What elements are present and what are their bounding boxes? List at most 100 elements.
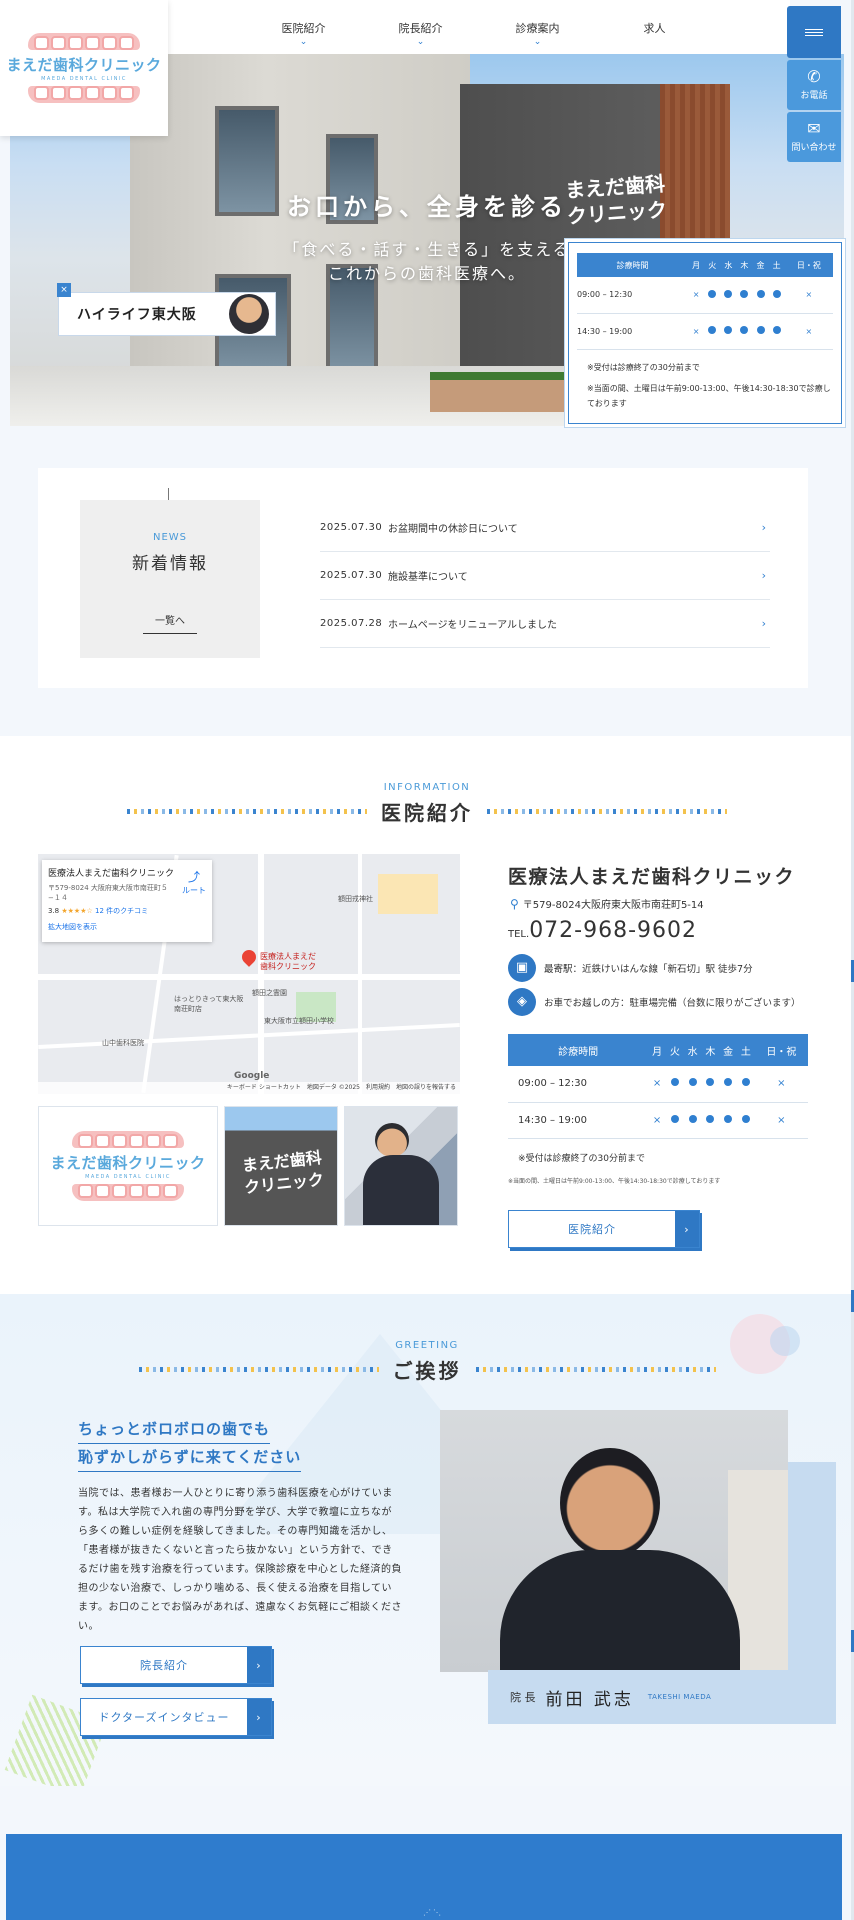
global-nav: 医院紹介 ⌄ 院長紹介 ⌄ 診療案内 ⌄ 求人	[168, 0, 790, 54]
nav-item-director[interactable]: 院長紹介 ⌄	[362, 0, 479, 54]
location-icon: ⚲	[510, 897, 519, 911]
news-section: NEWS 新着情報 一覧へ 2025.07.30 お盆期間中の休診日について › 2…	[38, 468, 808, 688]
hours-table: 診療時間月火水木金土日・祝 09:00 – 12:30 × × 14:30 – 1…	[577, 253, 833, 350]
chat-icon: ✉	[807, 119, 821, 138]
map-footer[interactable]: キーボード ショートカット 地図データ ©2025 利用規約 地図の誤りを報告す…	[38, 1082, 460, 1094]
side-buttons: ✆ お電話 ✉ 問い合わせ	[787, 6, 841, 164]
director-photo	[440, 1410, 788, 1672]
table-row: 14:30 – 19:00 × ×	[508, 1102, 808, 1139]
closed-mark: ×	[688, 313, 705, 350]
decorative-mark: ⋰⋱	[423, 1908, 443, 1917]
nav-item-recruit[interactable]: 求人	[596, 0, 713, 54]
open-dot-icon	[724, 289, 733, 298]
logo-sub: MAEDA DENTAL CLINIC	[41, 76, 127, 82]
open-dot-icon	[688, 1114, 697, 1123]
google-map[interactable]: 額田戎神社 東大阪市立額田小学校 山中歯科医院 額田之霊園 はっとりきって東大阪…	[38, 854, 460, 1094]
open-dot	[720, 313, 737, 350]
map-pin-label: 医療法人まえだ 歯科クリニック	[260, 952, 316, 971]
list-item[interactable]: 2025.07.30 お盆期間中の休診日について ›	[320, 504, 770, 552]
open-dot	[736, 1066, 755, 1103]
clinic-tel[interactable]: TEL.072-968-9602	[508, 918, 697, 943]
open-dot-icon	[706, 1078, 715, 1087]
reviews-link[interactable]: 12 件のクチコミ	[95, 907, 148, 915]
open-dot-icon	[740, 326, 749, 334]
blue-section: ⋰⋱	[6, 1834, 842, 1920]
contact-button[interactable]: ✉ 問い合わせ	[787, 112, 841, 162]
open-dot	[752, 277, 769, 314]
open-dot-icon	[724, 326, 733, 334]
open-dot-icon	[724, 1114, 733, 1123]
nav-item-treatment[interactable]: 診療案内 ⌄	[479, 0, 596, 54]
gallery-treatment-image[interactable]	[344, 1106, 458, 1226]
open-dot-icon	[772, 326, 781, 334]
doctors-interview-button[interactable]: ドクターズインタビュー ›	[80, 1698, 272, 1736]
open-dot-icon	[741, 1078, 750, 1087]
open-dot	[701, 1066, 720, 1103]
hamburger-icon	[805, 27, 823, 38]
closed-mark: ×	[648, 1102, 666, 1139]
director-name-plate: 院 長 前田 武志 TAKESHI MAEDA	[488, 1670, 836, 1724]
open-dot	[719, 1066, 737, 1103]
hours-note-1: ※受付は診療終了の30分前まで	[587, 362, 700, 372]
greeting-headline-1: ちょっとボロボロの歯でも	[78, 1418, 271, 1444]
highlife-banner[interactable]: × ハイライフ東大阪	[57, 283, 276, 336]
tel-button[interactable]: ✆ お電話	[787, 60, 841, 110]
map-info-card: 医療法人まえだ歯科クリニック 〒579-8024 大阪府東大阪市南荘町５−１４ …	[42, 860, 212, 942]
greeting-body: 当院では、患者様お一人ひとりに寄り添う歯科医療を心がけています。私は大学院で入れ…	[78, 1488, 402, 1632]
open-dot	[736, 277, 753, 314]
chevron-right-icon: ›	[761, 617, 766, 630]
table-row: 14:30 – 19:00 × ×	[577, 313, 833, 350]
greeting-heading: GREETING ご挨拶	[0, 1340, 854, 1384]
chevron-right-icon: ›	[675, 1211, 699, 1247]
directions-icon: ⤴	[187, 870, 200, 884]
open-dot	[736, 1102, 755, 1139]
open-dot-icon	[756, 289, 765, 298]
chevron-right-icon: ›	[247, 1699, 271, 1735]
list-item[interactable]: 2025.07.30 施設基準について ›	[320, 552, 770, 600]
route-button[interactable]: ⤴ ルート	[182, 868, 206, 896]
menu-button[interactable]	[787, 6, 841, 58]
news-list: 2025.07.30 お盆期間中の休診日について › 2025.07.30 施設基準に…	[320, 504, 770, 648]
list-item[interactable]: 2025.07.28 ホームページをリニューアルしました ›	[320, 600, 770, 648]
open-dot-icon	[740, 289, 749, 298]
open-dot	[683, 1102, 702, 1139]
information-heading: INFORMATION 医院紹介	[0, 782, 854, 826]
clinic-logo[interactable]: まえだ歯科クリニック MAEDA DENTAL CLINIC	[0, 0, 168, 136]
open-dot-icon	[756, 326, 765, 334]
info-note-small: ※当面の間、土曜日は午前9:00-13:00、午後14:30-18:30で診療し…	[508, 1178, 721, 1185]
open-dot	[704, 277, 721, 314]
table-row: 09:00 – 12:30 × ×	[577, 277, 833, 314]
teeth-bottom-icon	[28, 86, 140, 103]
hours-note-2: ※当面の間、土曜日は午前9:00-13:00、午後14:30-18:30で診療し…	[587, 383, 831, 408]
open-dot	[736, 313, 753, 350]
access-car: ◈ お車でお越しの方：駐車場完備（台数に限りがございます）	[508, 988, 801, 1016]
stripe-decoration	[127, 809, 367, 814]
open-dot	[704, 313, 721, 350]
stripe-decoration	[487, 809, 727, 814]
open-dot-icon	[708, 289, 717, 298]
access-train: ▣ 最寄駅：近鉄けいはんな線「新石切」駅 徒歩7分	[508, 954, 753, 982]
chevron-right-icon: ›	[761, 521, 766, 534]
gallery-building-image[interactable]: まえだ歯科 クリニック	[224, 1106, 338, 1226]
clinic-intro-button[interactable]: 医院紹介 ›	[508, 1210, 700, 1248]
news-more-link[interactable]: 一覧へ	[143, 612, 197, 634]
director-name: 前田 武志	[545, 1689, 634, 1710]
gallery-logo-image[interactable]: まえだ歯科クリニック MAEDA DENTAL CLINIC	[38, 1106, 218, 1226]
nav-item-clinic[interactable]: 医院紹介 ⌄	[245, 0, 362, 54]
greeting-headline-2: 恥ずかしがらずに来てください	[78, 1446, 302, 1472]
chevron-down-icon: ⌄	[533, 37, 542, 47]
open-dot	[752, 313, 769, 350]
news-label-box: NEWS 新着情報 一覧へ	[80, 500, 260, 658]
close-icon[interactable]: ×	[57, 283, 71, 297]
table-row: 09:00 – 12:30 × ×	[508, 1066, 808, 1103]
map-pin-icon[interactable]	[239, 947, 259, 967]
google-logo: Google	[234, 1071, 270, 1081]
enlarge-map-link[interactable]: 拡大地図を表示	[48, 922, 206, 932]
phone-icon: ✆	[807, 67, 821, 86]
hero-hours-card: 診療時間月火水木金土日・祝 09:00 – 12:30 × × 14:30 – 1…	[568, 242, 842, 424]
open-dot-icon	[706, 1114, 715, 1123]
chevron-right-icon: ›	[247, 1647, 271, 1683]
director-intro-button[interactable]: 院長紹介 ›	[80, 1646, 272, 1684]
open-dot-icon	[724, 1078, 733, 1087]
chevron-right-icon: ›	[761, 569, 766, 582]
